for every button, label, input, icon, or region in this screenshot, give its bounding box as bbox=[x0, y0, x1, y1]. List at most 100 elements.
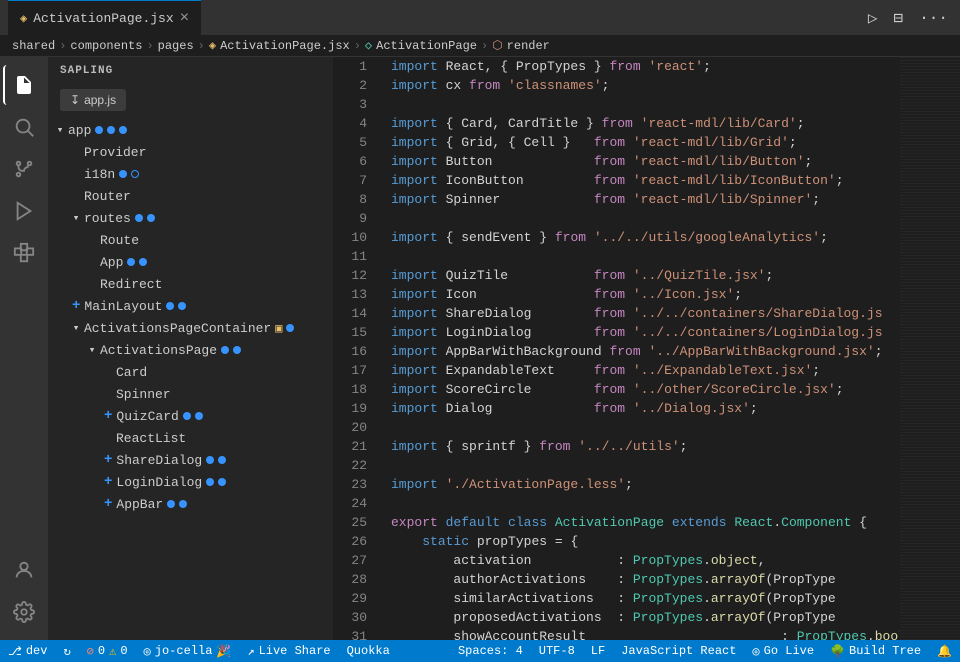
code-line-14: import ShareDialog from '../../container… bbox=[391, 304, 900, 323]
tree-item-app-route[interactable]: App bbox=[48, 251, 333, 273]
status-go-live[interactable]: ◎ Go Live bbox=[744, 640, 822, 662]
tree-dot bbox=[179, 500, 187, 508]
warning-icon: ⚠ bbox=[109, 644, 116, 659]
activity-files[interactable] bbox=[3, 65, 43, 105]
tree-item-routes[interactable]: ▾ routes bbox=[48, 207, 333, 229]
status-liveshare[interactable]: ↗ Live Share bbox=[239, 640, 338, 662]
tab-close-button[interactable]: × bbox=[180, 10, 190, 26]
status-language[interactable]: JavaScript React bbox=[613, 640, 744, 662]
encoding-label: UTF-8 bbox=[539, 644, 575, 658]
tree-dot bbox=[206, 456, 214, 464]
build-tree-icon: 🌳 bbox=[830, 644, 845, 659]
tree-dot bbox=[95, 126, 103, 134]
tree-item-logindialog[interactable]: + LoginDialog bbox=[48, 471, 333, 493]
status-quokka[interactable]: Quokka bbox=[339, 640, 398, 662]
user-icon: ◎ bbox=[144, 644, 151, 659]
status-sync[interactable]: ↻ bbox=[55, 640, 78, 662]
language-label: JavaScript React bbox=[621, 644, 736, 658]
tree-item-i18n[interactable]: i18n bbox=[48, 163, 333, 185]
tree-item-card[interactable]: Card bbox=[48, 361, 333, 383]
breadcrumb-method[interactable]: render bbox=[507, 39, 550, 53]
status-errors[interactable]: ⊘ 0 ⚠ 0 bbox=[79, 640, 136, 662]
tree-label-provider: Provider bbox=[84, 145, 146, 160]
warning-count: 0 bbox=[120, 644, 127, 658]
tree-item-router[interactable]: Router bbox=[48, 185, 333, 207]
expand-quizcard-icon: + bbox=[104, 408, 112, 424]
run-button[interactable]: ▷ bbox=[864, 4, 882, 32]
status-eol[interactable]: LF bbox=[583, 640, 613, 662]
tree-arrow-activations-container: ▾ bbox=[68, 321, 84, 335]
breadcrumb-file[interactable]: ActivationPage.jsx bbox=[220, 39, 350, 53]
tree-item-activations-page[interactable]: ▾ ActivationsPage bbox=[48, 339, 333, 361]
code-line-25: export default class ActivationPage exte… bbox=[391, 513, 900, 532]
more-actions-button[interactable]: ··· bbox=[915, 5, 952, 31]
code-line-22 bbox=[391, 456, 900, 475]
breadcrumb-shared[interactable]: shared bbox=[12, 39, 55, 53]
tree-dot bbox=[195, 412, 203, 420]
activity-account[interactable] bbox=[4, 550, 44, 590]
tree-dot bbox=[119, 170, 127, 178]
tree-label-mainlayout: MainLayout bbox=[84, 299, 162, 314]
tree-item-redirect[interactable]: Redirect bbox=[48, 273, 333, 295]
tree-item-app[interactable]: ▾ app bbox=[48, 119, 333, 141]
tree-item-sharedialog[interactable]: + ShareDialog bbox=[48, 449, 333, 471]
code-container: 1234567891011121314151617181920212223242… bbox=[333, 57, 960, 640]
editor-tab[interactable]: ◈ ActivationPage.jsx × bbox=[8, 0, 201, 35]
tree-item-spinner[interactable]: Spinner bbox=[48, 383, 333, 405]
sidebar-tree: ▾ app Provider i18n bbox=[48, 119, 333, 640]
tree-item-activations-container[interactable]: ▾ ActivationsPageContainer ▣ bbox=[48, 317, 333, 339]
tree-item-appbar[interactable]: + AppBar bbox=[48, 493, 333, 515]
tree-item-quizcard[interactable]: + QuizCard bbox=[48, 405, 333, 427]
code-line-12: import QuizTile from '../QuizTile.jsx'; bbox=[391, 266, 900, 285]
branch-name: dev bbox=[26, 644, 48, 658]
tree-label-sharedialog: ShareDialog bbox=[116, 453, 202, 468]
code-line-9 bbox=[391, 209, 900, 228]
breadcrumb-file-icon: ◈ bbox=[209, 38, 216, 53]
status-encoding[interactable]: UTF-8 bbox=[531, 640, 583, 662]
activity-extensions[interactable] bbox=[4, 233, 44, 273]
breadcrumb-class[interactable]: ActivationPage bbox=[376, 39, 477, 53]
code-line-7: import IconButton from 'react-mdl/lib/Ic… bbox=[391, 171, 900, 190]
tree-item-reactlist[interactable]: ReactList bbox=[48, 427, 333, 449]
line-numbers: 1234567891011121314151617181920212223242… bbox=[333, 57, 383, 640]
breadcrumb-components[interactable]: components bbox=[70, 39, 142, 53]
code-line-5: import { Grid, { Cell } from 'react-mdl/… bbox=[391, 133, 900, 152]
app-js-button[interactable]: ↧ app.js bbox=[60, 89, 126, 111]
split-editor-button[interactable]: ⊟ bbox=[890, 4, 908, 32]
code-line-20 bbox=[391, 418, 900, 437]
breadcrumb: shared › components › pages › ◈ Activati… bbox=[0, 35, 960, 57]
quokka-label: Quokka bbox=[347, 644, 390, 658]
status-spaces[interactable]: Spaces: 4 bbox=[450, 640, 531, 662]
sync-icon: ↻ bbox=[63, 644, 70, 659]
tree-label-router: Router bbox=[84, 189, 131, 204]
tree-dot bbox=[286, 324, 294, 332]
activity-run[interactable] bbox=[4, 191, 44, 231]
status-branch[interactable]: ⎇ dev bbox=[0, 640, 55, 662]
tree-label-activations-page: ActivationsPage bbox=[100, 343, 217, 358]
breadcrumb-pages[interactable]: pages bbox=[158, 39, 194, 53]
tree-item-route[interactable]: Route bbox=[48, 229, 333, 251]
status-user[interactable]: ◎ jo-cella 🎉 bbox=[136, 640, 240, 662]
tree-dot bbox=[183, 412, 191, 420]
code-line-18: import ScoreCircle from '../other/ScoreC… bbox=[391, 380, 900, 399]
activity-search[interactable] bbox=[4, 107, 44, 147]
tree-item-provider[interactable]: Provider bbox=[48, 141, 333, 163]
tree-dot bbox=[218, 478, 226, 486]
tree-label-quizcard: QuizCard bbox=[116, 409, 178, 424]
status-notifications[interactable]: 🔔 bbox=[929, 640, 960, 662]
tree-item-mainlayout[interactable]: + MainLayout bbox=[48, 295, 333, 317]
code-line-24 bbox=[391, 494, 900, 513]
activity-bar bbox=[0, 57, 48, 640]
tree-dot bbox=[166, 302, 174, 310]
breadcrumb-method-icon: ⬡ bbox=[492, 38, 502, 53]
expand-mainlayout-icon: + bbox=[72, 298, 80, 314]
activity-source-control[interactable] bbox=[4, 149, 44, 189]
status-build-tree[interactable]: 🌳 Build Tree bbox=[822, 640, 929, 662]
code-line-23: import './ActivationPage.less'; bbox=[391, 475, 900, 494]
activity-settings[interactable] bbox=[4, 592, 44, 632]
status-right: Spaces: 4 UTF-8 LF JavaScript React ◎ Go… bbox=[450, 640, 960, 662]
code-content[interactable]: import React, { PropTypes } from 'react'… bbox=[383, 57, 900, 640]
tree-label-spinner: Spinner bbox=[116, 387, 171, 402]
tree-label-route: Route bbox=[100, 233, 139, 248]
file-icon: ◈ bbox=[20, 11, 27, 26]
